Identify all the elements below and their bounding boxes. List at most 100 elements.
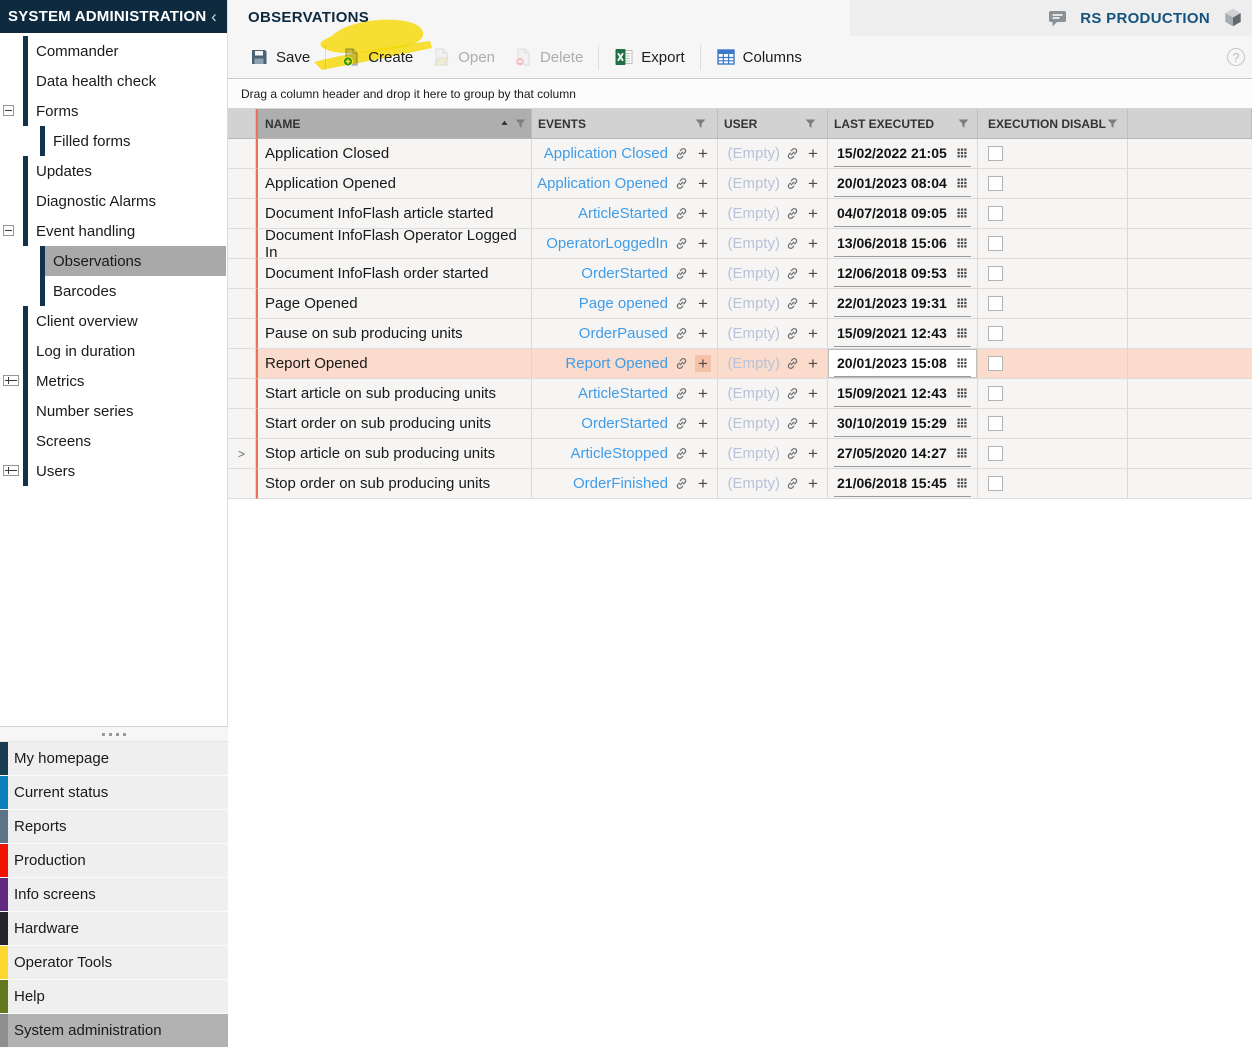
event-link[interactable]: OrderStarted bbox=[581, 265, 668, 282]
nav-item-help[interactable]: Help bbox=[0, 980, 228, 1014]
table-row[interactable]: Document InfoFlash order started OrderSt… bbox=[228, 259, 1252, 289]
nav-item-hardware[interactable]: Hardware bbox=[0, 912, 228, 946]
sidebar-item-screens[interactable]: Screens bbox=[0, 426, 226, 456]
link-icon[interactable] bbox=[785, 236, 800, 251]
group-by-drop-zone[interactable]: Drag a column header and drop it here to… bbox=[228, 79, 1252, 109]
link-icon[interactable] bbox=[785, 386, 800, 401]
link-icon[interactable] bbox=[674, 236, 689, 251]
name-cell[interactable]: Page Opened bbox=[256, 289, 532, 319]
sidebar-item-filled-forms[interactable]: Filled forms bbox=[0, 126, 226, 156]
filter-icon[interactable] bbox=[514, 117, 527, 130]
user-value[interactable]: (Empty) bbox=[728, 385, 781, 402]
column-header-name[interactable]: NAME bbox=[256, 109, 532, 139]
add-user-icon[interactable]: + bbox=[805, 415, 821, 432]
add-event-icon[interactable]: + bbox=[695, 205, 711, 222]
name-cell[interactable]: Report Opened bbox=[256, 349, 532, 379]
nav-item-operator-tools[interactable]: Operator Tools bbox=[0, 946, 228, 980]
create-button[interactable]: Create bbox=[341, 47, 413, 67]
event-link[interactable]: Page opened bbox=[579, 295, 668, 312]
link-icon[interactable] bbox=[785, 446, 800, 461]
sidebar-item-metrics[interactable]: Metrics bbox=[0, 366, 226, 396]
row-header[interactable] bbox=[228, 229, 256, 259]
user-value[interactable]: (Empty) bbox=[728, 265, 781, 282]
sidebar-item-users[interactable]: Users bbox=[0, 456, 226, 486]
user-value[interactable]: (Empty) bbox=[728, 445, 781, 462]
datepicker-icon[interactable] bbox=[956, 447, 968, 459]
user-value[interactable]: (Empty) bbox=[728, 205, 781, 222]
sidebar-item-barcodes[interactable]: Barcodes bbox=[0, 276, 226, 306]
row-header[interactable] bbox=[228, 379, 256, 409]
date-field[interactable]: 20/01/2023 15:08 bbox=[834, 351, 971, 377]
sidebar-item-number-series[interactable]: Number series bbox=[0, 396, 226, 426]
column-header-last-executed[interactable]: LAST EXECUTED bbox=[828, 109, 978, 139]
add-user-icon[interactable]: + bbox=[805, 145, 821, 162]
name-cell[interactable]: Stop article on sub producing units bbox=[256, 439, 532, 469]
name-cell[interactable]: Application Opened bbox=[256, 169, 532, 199]
table-row[interactable]: Application Opened Application Opened + (… bbox=[228, 169, 1252, 199]
table-row[interactable]: Application Closed Application Closed+ (… bbox=[228, 139, 1252, 169]
execution-disabled-checkbox[interactable] bbox=[988, 296, 1003, 311]
datepicker-icon[interactable] bbox=[956, 417, 968, 429]
datepicker-icon[interactable] bbox=[956, 177, 968, 189]
user-value[interactable]: (Empty) bbox=[728, 175, 781, 192]
row-header[interactable] bbox=[228, 349, 256, 379]
event-link[interactable]: Application Opened bbox=[537, 175, 668, 192]
nav-item-system-administration[interactable]: System administration bbox=[0, 1014, 228, 1048]
row-header[interactable] bbox=[228, 469, 256, 499]
event-link[interactable]: OrderStarted bbox=[581, 415, 668, 432]
link-icon[interactable] bbox=[674, 266, 689, 281]
row-header[interactable] bbox=[228, 169, 256, 199]
link-icon[interactable] bbox=[674, 326, 689, 341]
row-header[interactable] bbox=[228, 409, 256, 439]
link-icon[interactable] bbox=[785, 266, 800, 281]
add-user-icon[interactable]: + bbox=[805, 265, 821, 282]
link-icon[interactable] bbox=[674, 446, 689, 461]
filter-icon[interactable] bbox=[694, 117, 707, 130]
link-icon[interactable] bbox=[785, 176, 800, 191]
nav-item-reports[interactable]: Reports bbox=[0, 810, 228, 844]
export-button[interactable]: Export bbox=[614, 47, 684, 67]
name-cell[interactable]: Start order on sub producing units bbox=[256, 409, 532, 439]
nav-item-production[interactable]: Production bbox=[0, 844, 228, 878]
user-value[interactable]: (Empty) bbox=[728, 295, 781, 312]
sidebar-item-log-in-duration[interactable]: Log in duration bbox=[0, 336, 226, 366]
table-row[interactable]: Document InfoFlash article started Artic… bbox=[228, 199, 1252, 229]
add-user-icon[interactable]: + bbox=[805, 175, 821, 192]
collapse-node-icon[interactable] bbox=[3, 105, 14, 116]
execution-disabled-checkbox[interactable] bbox=[988, 356, 1003, 371]
link-icon[interactable] bbox=[785, 146, 800, 161]
execution-disabled-checkbox[interactable] bbox=[988, 446, 1003, 461]
add-user-icon[interactable]: + bbox=[805, 235, 821, 252]
nav-item-current-status[interactable]: Current status bbox=[0, 776, 228, 810]
event-link[interactable]: OrderPaused bbox=[579, 325, 668, 342]
add-event-icon[interactable]: + bbox=[695, 475, 711, 492]
sidebar-item-forms[interactable]: Forms bbox=[0, 96, 226, 126]
sidebar-item-diagnostic-alarms[interactable]: Diagnostic Alarms bbox=[0, 186, 226, 216]
link-icon[interactable] bbox=[674, 386, 689, 401]
columns-button[interactable]: Columns bbox=[716, 47, 802, 67]
event-link[interactable]: ArticleStarted bbox=[578, 385, 668, 402]
collapse-node-icon[interactable] bbox=[3, 225, 14, 236]
collapse-sidebar-icon[interactable]: ‹ bbox=[211, 7, 217, 27]
execution-disabled-checkbox[interactable] bbox=[988, 476, 1003, 491]
execution-disabled-checkbox[interactable] bbox=[988, 416, 1003, 431]
save-button[interactable]: Save bbox=[249, 47, 310, 67]
add-user-icon[interactable]: + bbox=[805, 325, 821, 342]
link-icon[interactable] bbox=[674, 146, 689, 161]
event-link[interactable]: OperatorLoggedIn bbox=[546, 235, 668, 252]
execution-disabled-checkbox[interactable] bbox=[988, 146, 1003, 161]
datepicker-icon[interactable] bbox=[956, 297, 968, 309]
link-icon[interactable] bbox=[674, 176, 689, 191]
message-bubble-icon[interactable] bbox=[1048, 8, 1068, 28]
table-row-selected[interactable]: Report Opened Report Opened+ (Empty)+ 20… bbox=[228, 349, 1252, 379]
row-header-current[interactable]: > bbox=[228, 439, 256, 469]
nav-item-info-screens[interactable]: Info screens bbox=[0, 878, 228, 912]
event-link[interactable]: Application Closed bbox=[544, 145, 668, 162]
expand-node-icon[interactable] bbox=[3, 465, 19, 476]
name-cell[interactable]: Start article on sub producing units bbox=[256, 379, 532, 409]
date-field[interactable]: 12/06/2018 09:53 bbox=[834, 261, 971, 287]
table-row[interactable]: Stop order on sub producing units OrderF… bbox=[228, 469, 1252, 499]
add-user-icon[interactable]: + bbox=[805, 475, 821, 492]
execution-disabled-checkbox[interactable] bbox=[988, 386, 1003, 401]
execution-disabled-checkbox[interactable] bbox=[988, 176, 1003, 191]
